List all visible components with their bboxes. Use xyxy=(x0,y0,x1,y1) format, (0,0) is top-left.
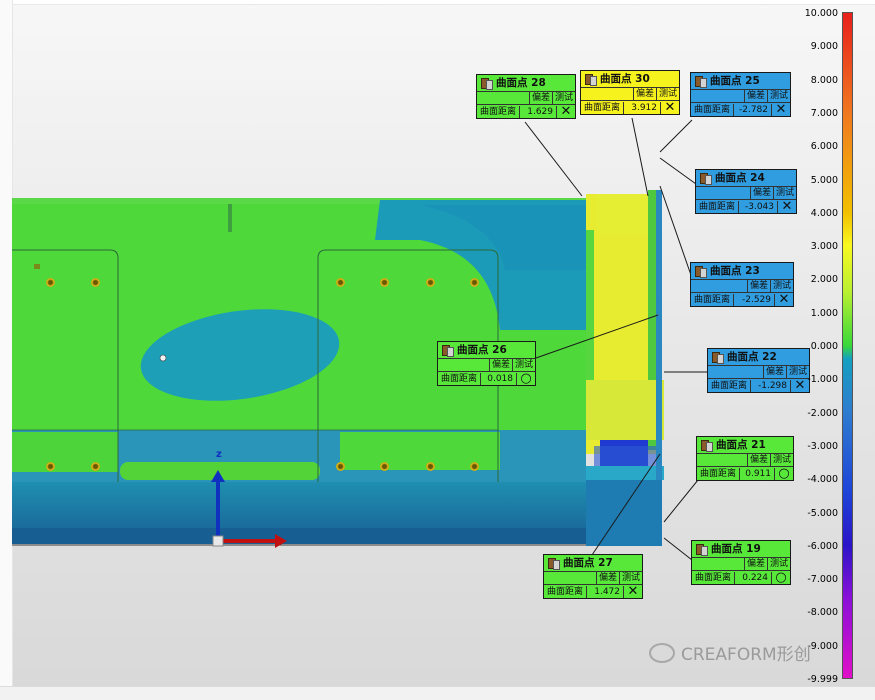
fail-status-icon: ✕ xyxy=(664,99,676,115)
scale-tick-label: 7.000 xyxy=(810,107,838,119)
callout-surface-point-27[interactable]: 曲面点 27 偏差 测试 曲面距离 1.472 ✕ xyxy=(543,554,643,599)
pass-status-icon: ○ xyxy=(778,465,790,481)
callout-surface-point-25[interactable]: 曲面点 25 偏差 测试 曲面距离 -2.782 ✕ xyxy=(690,72,791,117)
measure-icon xyxy=(695,265,707,278)
watermark: CREAFORM形创 xyxy=(649,640,811,665)
scale-tick-label: 3.000 xyxy=(810,241,838,253)
callout-surface-point-19[interactable]: 曲面点 19 偏差 测试 曲面距离 0.224 ○ xyxy=(691,540,791,585)
z-axis-label: z xyxy=(216,449,222,460)
axis-triad xyxy=(211,470,287,548)
pass-status-icon: ○ xyxy=(775,569,787,585)
scale-tick-label: -6.000 xyxy=(807,540,838,552)
scale-tick-label: -8.000 xyxy=(807,607,838,619)
pass-status-icon: ○ xyxy=(520,370,532,386)
callout-surface-point-28[interactable]: 曲面点 28 偏差 测试 曲面距离 1.629 ✕ xyxy=(476,74,576,119)
callout-surface-point-26[interactable]: 曲面点 26 偏差 测试 曲面距离 0.018 ○ xyxy=(437,341,536,386)
scale-tick-label: 4.000 xyxy=(810,207,838,219)
scale-tick-label: -7.000 xyxy=(807,574,838,586)
fail-status-icon: ✕ xyxy=(560,103,572,119)
measure-icon xyxy=(700,172,712,185)
measure-icon xyxy=(696,543,708,556)
measure-icon xyxy=(701,439,713,452)
measure-icon xyxy=(712,351,724,364)
scale-tick-label: -1.000 xyxy=(807,374,838,386)
callout-header: 曲面点 28 xyxy=(477,75,575,92)
fail-status-icon: ✕ xyxy=(778,291,790,307)
scale-tick-label: 1.000 xyxy=(810,307,838,319)
scale-tick-label: 6.000 xyxy=(810,141,838,153)
fail-status-icon: ✕ xyxy=(781,198,793,214)
deviation-color-scale xyxy=(842,12,853,679)
callout-surface-point-23[interactable]: 曲面点 23 偏差 测试 曲面距离 -2.529 ✕ xyxy=(690,262,794,307)
callout-surface-point-22[interactable]: 曲面点 22 偏差 测试 曲面距离 -1.298 ✕ xyxy=(707,348,810,393)
measure-icon xyxy=(695,75,707,88)
measure-icon xyxy=(585,73,597,86)
viewport-bottom-border xyxy=(0,686,875,700)
scale-tick-label: 9.000 xyxy=(810,41,838,53)
measure-icon xyxy=(548,557,560,570)
scale-tick-label: 10.000 xyxy=(804,8,838,19)
callout-surface-point-30[interactable]: 曲面点 30 偏差 测试 曲面距离 3.912 ✕ xyxy=(580,70,680,115)
measure-icon xyxy=(481,77,493,90)
scale-tick-label: -3.000 xyxy=(807,440,838,452)
measure-icon xyxy=(442,344,454,357)
scale-tick-label: 2.000 xyxy=(810,274,838,286)
scale-tick-label: -4.000 xyxy=(807,474,838,486)
scale-tick-label: 5.000 xyxy=(810,174,838,186)
scale-tick-label: -2.000 xyxy=(807,407,838,419)
fail-status-icon: ✕ xyxy=(627,583,639,599)
scale-tick-label: 8.000 xyxy=(810,74,838,86)
fail-status-icon: ✕ xyxy=(775,101,787,117)
scale-tick-label: -5.000 xyxy=(807,507,838,519)
scale-tick-label: -9.999 xyxy=(807,674,838,685)
callout-surface-point-21[interactable]: 曲面点 21 偏差 测试 曲面距离 0.911 ○ xyxy=(696,436,794,481)
3d-viewport[interactable]: z 曲面点 28 偏差 测试 曲面距离 1.629 ✕ 曲面点 30 偏差 测试 曲面距… xyxy=(0,0,875,700)
callout-surface-point-24[interactable]: 曲面点 24 偏差 测试 曲面距离 -3.043 ✕ xyxy=(695,169,797,214)
wechat-icon xyxy=(649,642,675,663)
scale-tick-label: 0.000 xyxy=(810,341,838,352)
